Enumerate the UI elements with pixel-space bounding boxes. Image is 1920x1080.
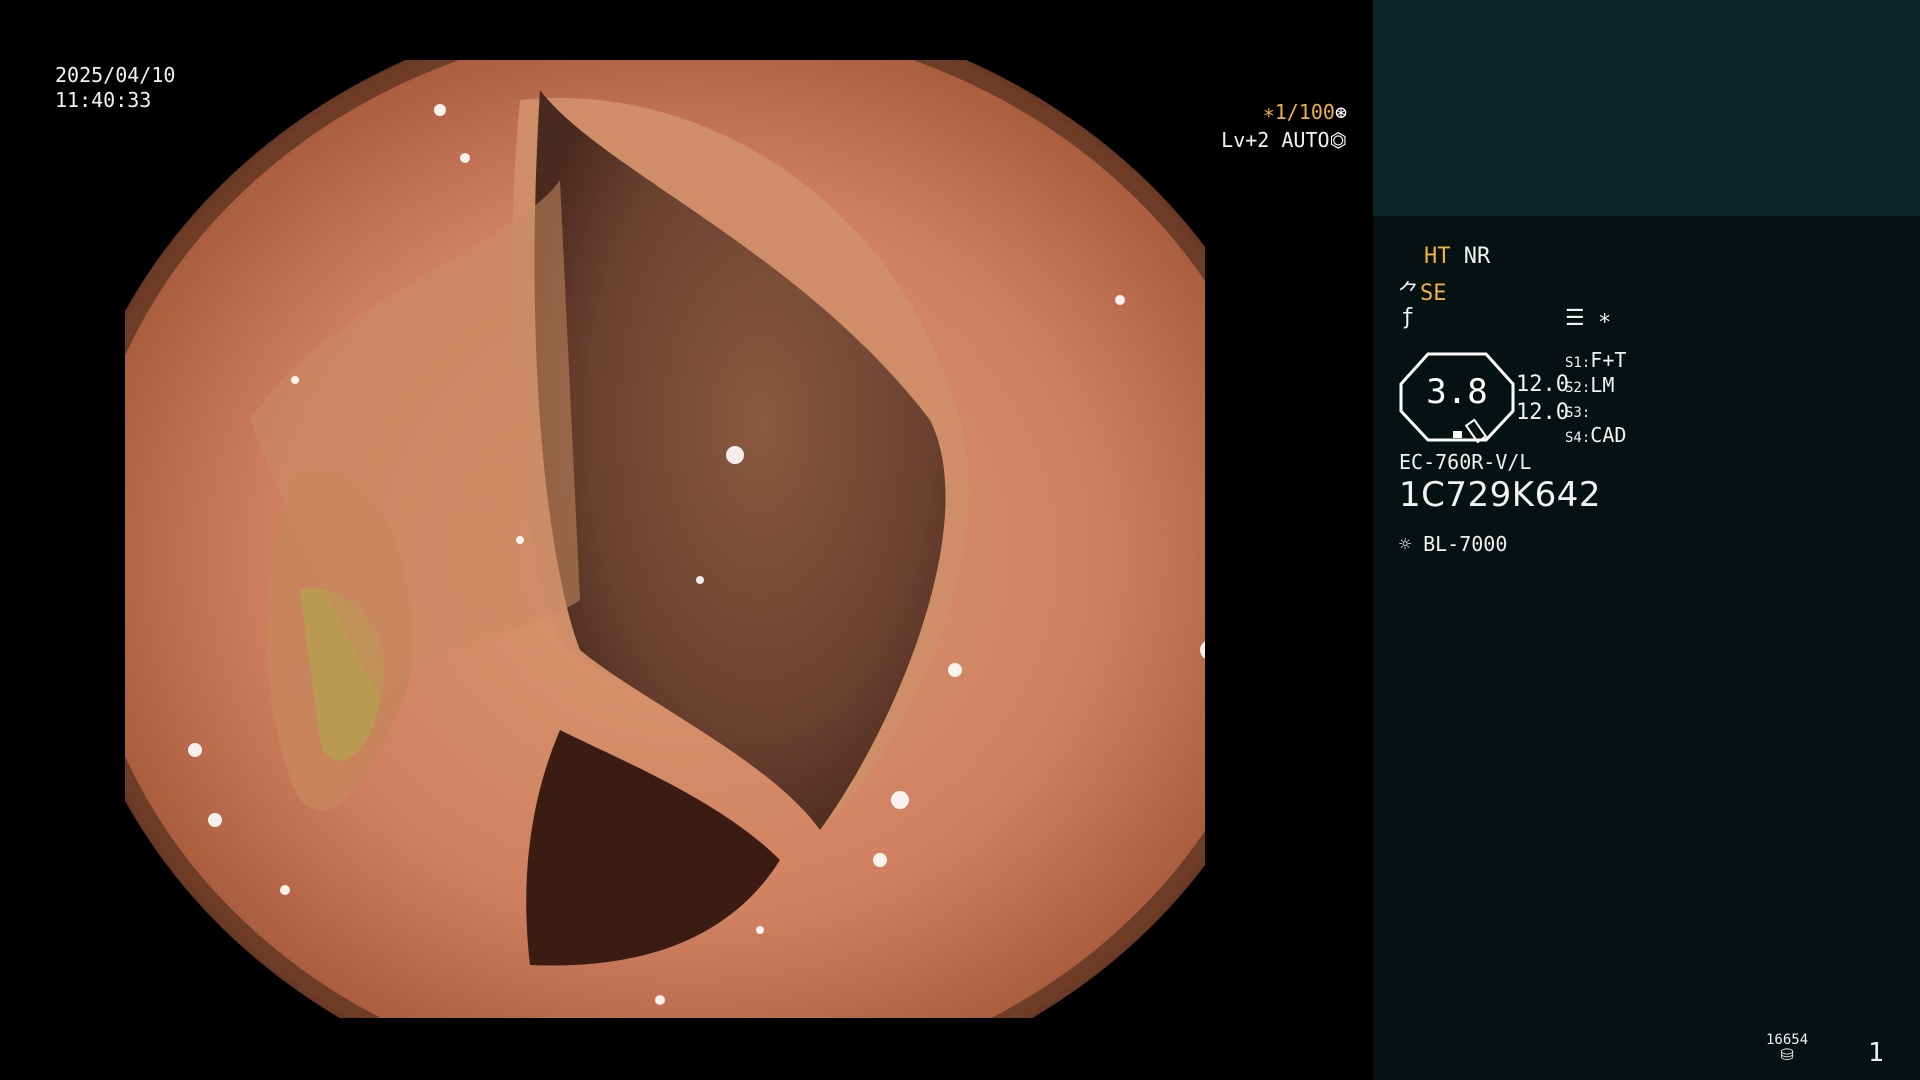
scope-serial: 1C729K642 bbox=[1399, 475, 1601, 515]
endoscope-viewport: 2025/04/10 11:40:33 ∗1/100⊛ Lv+2 AUTO⏣ bbox=[0, 0, 1373, 1080]
colon-endoscopy-image bbox=[125, 60, 1205, 1018]
s4-value: CAD bbox=[1590, 423, 1627, 447]
s4-label: S4: bbox=[1565, 430, 1591, 446]
panel-top-area bbox=[1373, 0, 1920, 216]
status-panel: HT NR ⺈SE ƒ ☰ ∗ 3.8 12.0 12.0 S1:F+T S2:… bbox=[1373, 0, 1920, 1080]
date-label: 2025/04/10 bbox=[55, 63, 176, 87]
s3-label: S3: bbox=[1565, 405, 1591, 421]
star-label: ∗ bbox=[1597, 306, 1612, 331]
iris-icon: ⏣ bbox=[1329, 128, 1347, 152]
s2-value: LM bbox=[1590, 373, 1615, 397]
gauge-value-2: 12.0 bbox=[1516, 400, 1569, 425]
time-label: 11:40:33 bbox=[55, 88, 152, 112]
datetime-display: 2025/04/10 11:40:33 bbox=[55, 63, 175, 113]
scope-model: EC-760R-V/L bbox=[1399, 450, 1532, 474]
disk-icon: ⛁ bbox=[1780, 1045, 1794, 1064]
nr-label: NR bbox=[1463, 244, 1491, 269]
scope-bend-icon: ⺈ bbox=[1398, 281, 1421, 306]
ht-label: HT bbox=[1424, 244, 1451, 269]
shutter-speed: ∗1/100⊛ bbox=[1263, 100, 1347, 124]
shutter-value: ∗1/100 bbox=[1262, 100, 1335, 124]
hook-icon: ƒ bbox=[1401, 305, 1415, 330]
iris-level: Lv+2 AUTO⏣ bbox=[1221, 128, 1347, 152]
gauge-value-1: 12.0 bbox=[1516, 372, 1569, 397]
list-menu-icon: ☰ bbox=[1565, 306, 1585, 331]
iris-level-value: Lv+2 AUTO bbox=[1221, 128, 1330, 152]
s1-label: S1: bbox=[1565, 355, 1591, 371]
se-label: SE bbox=[1420, 281, 1447, 306]
s2-label: S2: bbox=[1565, 380, 1591, 396]
light-source: BL-7000 bbox=[1423, 532, 1508, 556]
gauge-value: 3.8 bbox=[1426, 372, 1488, 412]
page-number: 1 bbox=[1868, 1038, 1884, 1068]
aperture-icon: ⊛ bbox=[1334, 100, 1347, 124]
sun-icon: ☼ bbox=[1399, 532, 1412, 556]
s1-value: F+T bbox=[1590, 348, 1627, 372]
